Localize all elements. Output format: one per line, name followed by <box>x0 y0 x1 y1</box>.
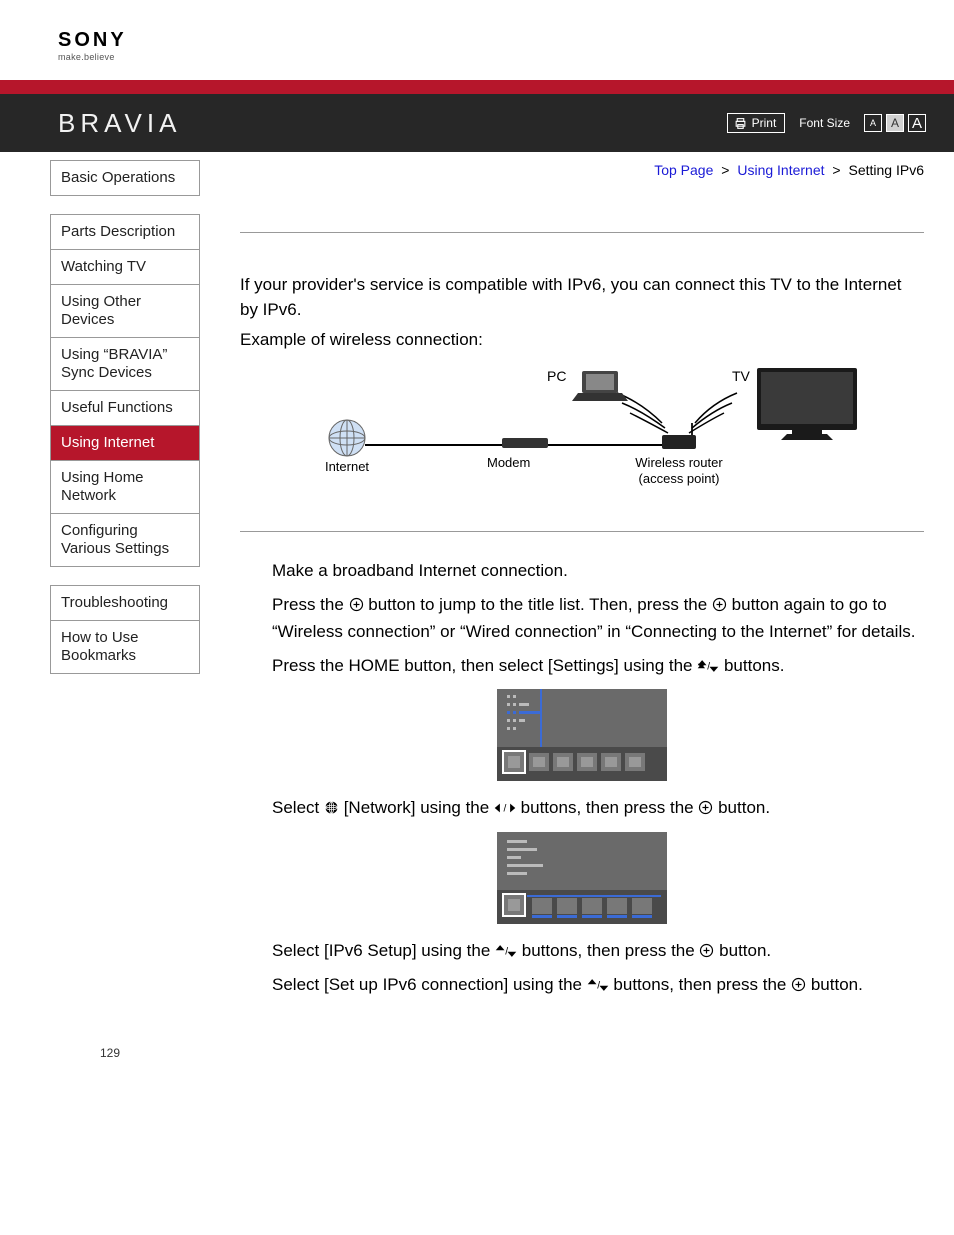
step-1b: Press the button to jump to the title li… <box>272 592 924 645</box>
step-2: Press the HOME button, then select [Sett… <box>272 653 924 679</box>
font-size-large[interactable]: A <box>908 114 926 132</box>
print-icon <box>734 117 747 130</box>
svg-text:/: / <box>597 981 600 992</box>
svg-text:/: / <box>505 946 508 957</box>
sidebar-item-using-internet[interactable]: Using Internet <box>50 425 200 460</box>
sidebar-item-home-network[interactable]: Using Home Network <box>50 460 200 513</box>
plus-circle-icon <box>349 597 364 612</box>
sidebar-item-bookmarks[interactable]: How to Use Bookmarks <box>50 620 200 674</box>
sidebar: Basic Operations Parts Description Watch… <box>0 152 200 1006</box>
diagram-pc-label: PC <box>547 368 566 384</box>
left-right-arrows-icon: / <box>494 801 516 815</box>
product-bar: BRAVIA Print Font Size A A A <box>0 94 954 152</box>
diagram-internet-label: Internet <box>325 459 369 474</box>
breadcrumb-current: Setting IPv6 <box>849 162 925 178</box>
diagram-tv-label: TV <box>732 368 751 384</box>
plus-circle-icon <box>699 943 714 958</box>
step-5: Select [Set up IPv6 connection] using th… <box>272 972 924 998</box>
sidebar-item-basic-operations[interactable]: Basic Operations <box>50 160 200 196</box>
intro-text-2: Example of wireless connection: <box>240 328 924 353</box>
sidebar-item-watching-tv[interactable]: Watching TV <box>50 249 200 284</box>
page-number: 129 <box>0 1046 954 1060</box>
sidebar-item-settings[interactable]: Configuring Various Settings <box>50 513 200 567</box>
step-4: Select [IPv6 Setup] using the / buttons,… <box>272 938 924 964</box>
globe-icon <box>324 800 339 815</box>
product-name: BRAVIA <box>58 108 181 139</box>
network-thumbnail <box>240 832 924 924</box>
sidebar-item-useful-functions[interactable]: Useful Functions <box>50 390 200 425</box>
diagram-ap-label: (access point) <box>639 471 720 486</box>
diagram-modem-label: Modem <box>487 455 530 470</box>
step-3: Select [Network] using the / buttons, th… <box>272 795 924 821</box>
up-down-arrows-icon: / <box>495 944 517 958</box>
plus-circle-icon <box>698 800 713 815</box>
print-label: Print <box>752 116 777 130</box>
font-size-label: Font Size <box>799 116 850 130</box>
accent-stripe <box>0 80 954 94</box>
breadcrumb: Top Page > Using Internet > Setting IPv6 <box>240 152 924 182</box>
divider <box>240 531 924 532</box>
up-down-arrows-icon: / <box>697 659 719 673</box>
divider <box>240 232 924 233</box>
main-content: Top Page > Using Internet > Setting IPv6… <box>200 152 954 1006</box>
plus-circle-icon <box>791 977 806 992</box>
settings-thumbnail <box>240 689 924 781</box>
plus-circle-icon <box>712 597 727 612</box>
font-size-medium[interactable]: A <box>886 114 904 132</box>
sidebar-item-using-other-devices[interactable]: Using Other Devices <box>50 284 200 337</box>
sidebar-item-bravia-sync[interactable]: Using “BRAVIA” Sync Devices <box>50 337 200 390</box>
up-down-arrows-icon: / <box>587 978 609 992</box>
svg-text:/: / <box>503 804 506 815</box>
brand-logo: SONY <box>58 30 954 50</box>
svg-text:/: / <box>708 662 711 673</box>
brand-tagline: make.believe <box>58 52 954 62</box>
diagram-router-label: Wireless router <box>635 455 723 470</box>
logo-area: SONY make.believe <box>0 0 954 80</box>
intro-text-1: If your provider's service is compatible… <box>240 273 924 322</box>
font-size-small[interactable]: A <box>864 114 882 132</box>
print-button[interactable]: Print <box>727 113 786 133</box>
connection-diagram: Internet Modem Wireless router (access p… <box>240 363 924 503</box>
step-1: Make a broadband Internet connection. <box>272 558 924 584</box>
sidebar-item-parts-description[interactable]: Parts Description <box>50 214 200 249</box>
breadcrumb-mid[interactable]: Using Internet <box>737 162 824 178</box>
sidebar-item-troubleshooting[interactable]: Troubleshooting <box>50 585 200 620</box>
breadcrumb-top[interactable]: Top Page <box>654 162 713 178</box>
